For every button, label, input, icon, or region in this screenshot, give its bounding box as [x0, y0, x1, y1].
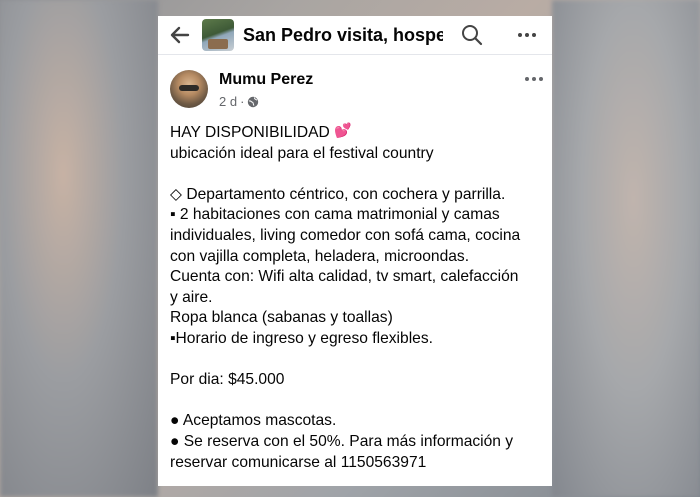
group-thumbnail[interactable]: [202, 19, 234, 51]
post-line: ▪ 2 habitaciones con cama matrimonial y …: [170, 206, 500, 224]
author-name[interactable]: Mumu Perez: [219, 71, 313, 89]
more-options-button[interactable]: [513, 23, 541, 47]
avatar[interactable]: [170, 70, 208, 108]
post-body: HAY DISPONIBILIDAD 💕 ubicación ideal par…: [170, 120, 544, 473]
back-button[interactable]: [162, 16, 198, 54]
post-line: ◇ Departamento céntrico, con cochera y p…: [170, 185, 506, 203]
group-title[interactable]: San Pedro visita, hospe...: [243, 25, 443, 46]
arrow-left-icon: [170, 26, 190, 44]
mobile-screen: San Pedro visita, hospe... Mumu Perez 2 …: [158, 16, 552, 486]
post-meta: 2 d ·: [219, 94, 259, 109]
post-line: ▪Horario de ingreso y egreso flexibles.: [170, 329, 433, 347]
more-horizontal-icon: [518, 33, 522, 37]
more-horizontal-icon: [525, 77, 529, 81]
post-line: y aire.: [170, 288, 213, 306]
price-line: Por dia: $45.000: [170, 371, 285, 389]
post-line: ● Aceptamos mascotas.: [170, 412, 337, 430]
post-line: ● Se reserva con el 50%. Para más inform…: [170, 432, 514, 450]
contact-line: reservar comunicarse al 1150563971: [170, 453, 427, 471]
post-line: individuales, living comedor con sofá ca…: [170, 226, 521, 244]
post-line: con vajilla completa, heladera, microond…: [170, 247, 470, 265]
post-more-button[interactable]: [522, 73, 546, 85]
post-line: HAY DISPONIBILIDAD 💕: [170, 122, 352, 141]
post-line: Ropa blanca (sabanas y toallas): [170, 309, 393, 327]
two-hearts-emoji: 💕: [334, 122, 352, 138]
search-button[interactable]: [460, 23, 484, 47]
search-icon: [462, 25, 483, 46]
post-line: Cuenta con: Wifi alta calidad, tv smart,…: [170, 268, 519, 286]
background-blur-left: [0, 0, 158, 497]
top-bar: San Pedro visita, hospe...: [158, 16, 552, 55]
globe-icon: [248, 96, 259, 107]
post-line: ubicación ideal para el festival country: [170, 144, 434, 162]
background-blur-right: [552, 0, 700, 497]
post-header: Mumu Perez 2 d ·: [170, 70, 543, 114]
post-time[interactable]: 2 d: [219, 94, 237, 109]
